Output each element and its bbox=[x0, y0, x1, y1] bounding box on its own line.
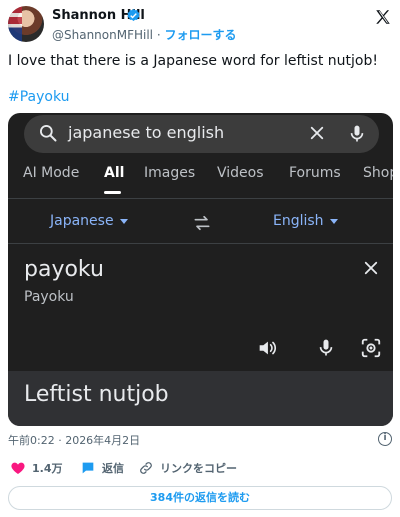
tab-ai-mode: AI Mode bbox=[23, 165, 80, 181]
search-query: japanese to english bbox=[68, 123, 225, 142]
translation-result: Leftist nutjob bbox=[8, 371, 393, 426]
heart-icon bbox=[11, 462, 25, 474]
source-language-select: Japanese bbox=[50, 213, 128, 229]
reply-button[interactable]: 返信 bbox=[80, 460, 124, 476]
google-search-bar: japanese to english bbox=[24, 115, 379, 153]
tab-videos: Videos bbox=[217, 165, 264, 181]
read-replies-button[interactable]: 384件の返信を読む bbox=[8, 486, 392, 510]
tweet-text: I love that there is a Japanese word for… bbox=[8, 53, 378, 69]
microphone-icon bbox=[319, 339, 333, 356]
reply-label: 返信 bbox=[102, 462, 124, 475]
source-transliteration: Payoku bbox=[24, 289, 74, 305]
verified-badge-icon bbox=[127, 8, 140, 21]
copy-link-label: リンクをコピー bbox=[160, 462, 237, 475]
source-language-label: Japanese bbox=[50, 213, 114, 229]
tab-all: All bbox=[104, 165, 125, 181]
clear-icon bbox=[310, 126, 324, 140]
target-language-label: English bbox=[273, 213, 324, 229]
tab-forums: Forums bbox=[289, 165, 341, 181]
translation-text: Leftist nutjob bbox=[24, 382, 169, 407]
separator: · bbox=[156, 28, 161, 42]
target-language-select: English bbox=[273, 213, 338, 229]
likes-count: 1.4万 bbox=[32, 462, 63, 475]
chevron-down-icon bbox=[329, 218, 338, 224]
chevron-down-icon bbox=[119, 218, 128, 224]
like-button[interactable]: 1.4万 bbox=[10, 460, 63, 476]
x-logo-icon[interactable] bbox=[374, 8, 392, 26]
divider bbox=[8, 198, 393, 199]
search-icon bbox=[40, 125, 57, 142]
info-icon[interactable]: i bbox=[378, 432, 392, 446]
divider bbox=[8, 243, 393, 244]
avatar[interactable] bbox=[8, 6, 44, 42]
camera-lens-icon bbox=[361, 338, 381, 358]
close-icon bbox=[364, 261, 378, 275]
follow-button[interactable]: フォローする bbox=[165, 28, 237, 42]
tab-shop: Shop bbox=[363, 165, 393, 181]
tab-images: Images bbox=[144, 165, 196, 181]
hashtag-link[interactable]: #Payoku bbox=[8, 89, 70, 105]
google-tabs: AI Mode All Images Videos Forums Shop bbox=[8, 165, 393, 195]
active-tab-indicator bbox=[104, 191, 121, 194]
microphone-icon bbox=[350, 125, 364, 142]
tweet-timestamp[interactable]: 午前0:22 · 2026年4月2日 bbox=[8, 432, 140, 448]
language-selector-row: Japanese English bbox=[8, 211, 393, 237]
link-icon bbox=[140, 462, 152, 474]
tweet-header: Shannon Hill @ShannonMFHill · フォローする bbox=[8, 6, 392, 42]
copy-link-button[interactable]: リンクをコピー bbox=[138, 460, 237, 476]
swap-icon bbox=[194, 215, 210, 231]
handle-row: @ShannonMFHill · フォローする bbox=[52, 26, 237, 43]
source-tools bbox=[256, 337, 386, 361]
reply-icon bbox=[82, 462, 94, 474]
speaker-icon bbox=[259, 341, 277, 355]
media-image[interactable]: japanese to english AI Mode All Images V… bbox=[8, 113, 393, 426]
source-word: payoku bbox=[24, 257, 104, 282]
tweet-actions: 1.4万 返信 リンクをコピー bbox=[8, 460, 392, 480]
author-handle[interactable]: @ShannonMFHill bbox=[52, 28, 153, 42]
